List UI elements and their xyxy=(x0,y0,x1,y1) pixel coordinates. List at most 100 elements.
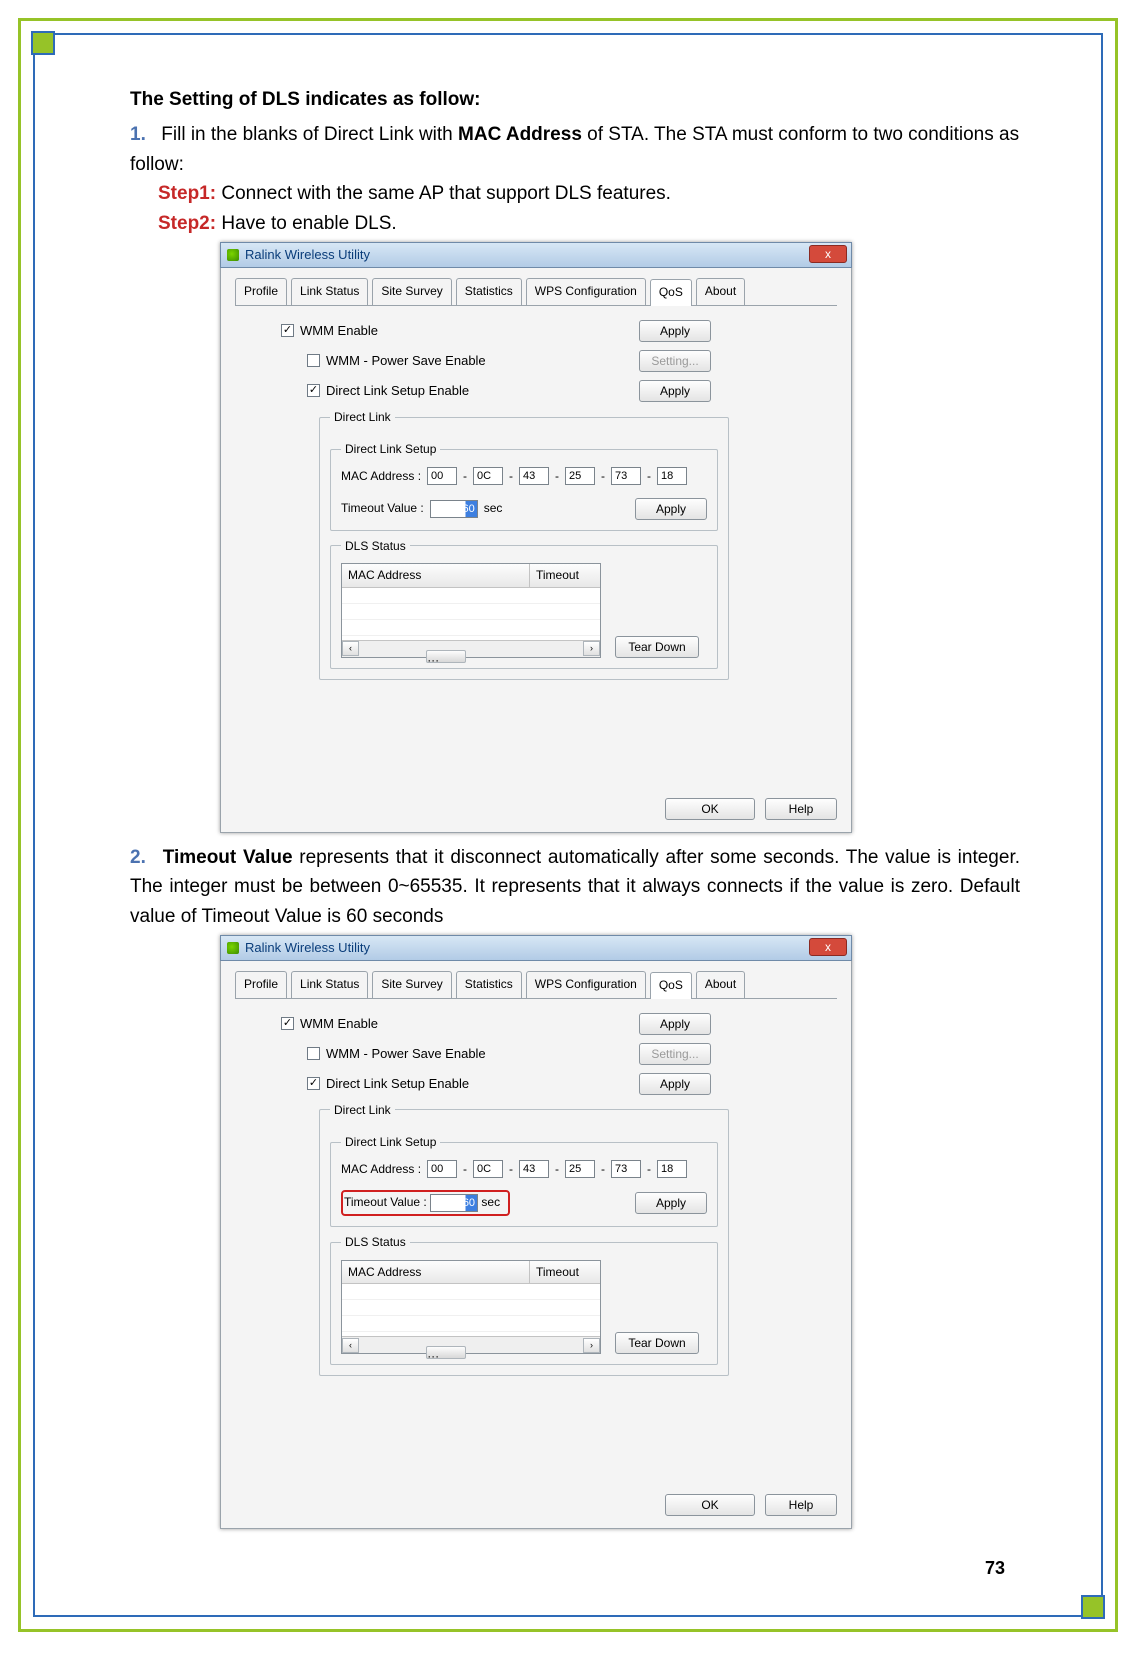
window-titlebar[interactable]: Ralink Wireless Utility x xyxy=(220,935,852,961)
list-item-2: 2. Timeout Value represents that it disc… xyxy=(130,843,1020,931)
item2-bold: Timeout Value xyxy=(163,847,293,868)
direct-link-legend: Direct Link xyxy=(330,1101,395,1120)
mac-field-4[interactable] xyxy=(611,467,641,485)
tear-down-button[interactable]: Tear Down xyxy=(615,636,699,658)
item1-number: 1. xyxy=(130,120,156,149)
help-button[interactable]: Help xyxy=(765,798,837,820)
timeout-label: Timeout Value : xyxy=(344,1193,427,1212)
mac-field-2[interactable] xyxy=(519,1160,549,1178)
col-timeout-header[interactable]: Timeout xyxy=(530,1261,600,1284)
table-row[interactable] xyxy=(342,1300,600,1316)
col-mac-header[interactable]: MAC Address xyxy=(342,564,530,587)
mac-field-4[interactable] xyxy=(611,1160,641,1178)
table-row[interactable] xyxy=(342,604,600,620)
table-row[interactable] xyxy=(342,1316,600,1332)
tab-qos[interactable]: QoS xyxy=(650,972,692,999)
timeout-highlight: Timeout Value : sec xyxy=(341,1190,510,1216)
scroll-left-button[interactable]: ‹ xyxy=(342,641,359,656)
timeout-apply-button[interactable]: Apply xyxy=(635,1192,707,1214)
ok-button[interactable]: OK xyxy=(665,1494,755,1516)
mac-field-5[interactable] xyxy=(657,467,687,485)
col-mac-header[interactable]: MAC Address xyxy=(342,1261,530,1284)
step2-line: Step2: Have to enable DLS. xyxy=(130,209,1020,238)
dls-enable-checkbox[interactable]: ✓ xyxy=(307,1077,320,1090)
wmm-apply-button[interactable]: Apply xyxy=(639,1013,711,1035)
wmm-enable-checkbox[interactable]: ✓ xyxy=(281,1017,294,1030)
tabs-row: Profile Link Status Site Survey Statisti… xyxy=(235,278,837,306)
page-number: 73 xyxy=(985,1558,1005,1579)
step1-line: Step1: Connect with the same AP that sup… xyxy=(130,179,1020,208)
wmm-setting-button[interactable]: Setting... xyxy=(639,1043,711,1065)
sec-label: sec xyxy=(481,1193,500,1212)
mac-field-0[interactable] xyxy=(427,467,457,485)
tab-qos[interactable]: QoS xyxy=(650,279,692,306)
table-row[interactable] xyxy=(342,620,600,636)
mac-field-2[interactable] xyxy=(519,467,549,485)
wmm-ps-checkbox[interactable] xyxy=(307,354,320,367)
tab-profile[interactable]: Profile xyxy=(235,278,287,305)
scroll-right-button[interactable]: › xyxy=(583,641,600,656)
dls-apply-button[interactable]: Apply xyxy=(639,1073,711,1095)
direct-link-legend: Direct Link xyxy=(330,408,395,427)
scroll-left-button[interactable]: ‹ xyxy=(342,1338,359,1353)
dls-apply-button[interactable]: Apply xyxy=(639,380,711,402)
mac-address-label: MAC Address : xyxy=(341,1160,421,1179)
help-button[interactable]: Help xyxy=(765,1494,837,1516)
mac-field-5[interactable] xyxy=(657,1160,687,1178)
tab-wps-config[interactable]: WPS Configuration xyxy=(526,278,646,305)
tab-about[interactable]: About xyxy=(696,278,745,305)
screenshot-2: Ralink Wireless Utility x Profile Link S… xyxy=(220,935,852,1529)
wmm-apply-button[interactable]: Apply xyxy=(639,320,711,342)
table-row[interactable] xyxy=(342,588,600,604)
tab-wps-config[interactable]: WPS Configuration xyxy=(526,971,646,998)
mac-field-1[interactable] xyxy=(473,467,503,485)
wmm-setting-button[interactable]: Setting... xyxy=(639,350,711,372)
mac-sep: - xyxy=(601,1160,605,1179)
wmm-ps-label: WMM - Power Save Enable xyxy=(326,351,486,371)
dls-status-legend: DLS Status xyxy=(341,1233,410,1252)
tab-site-survey[interactable]: Site Survey xyxy=(372,971,451,998)
list-item-1: 1. Fill in the blanks of Direct Link wit… xyxy=(130,120,1020,179)
window-titlebar[interactable]: Ralink Wireless Utility x xyxy=(220,242,852,268)
timeout-apply-button[interactable]: Apply xyxy=(635,498,707,520)
sec-label: sec xyxy=(484,499,503,518)
tab-statistics[interactable]: Statistics xyxy=(456,971,522,998)
ok-button[interactable]: OK xyxy=(665,798,755,820)
dls-enable-checkbox[interactable]: ✓ xyxy=(307,384,320,397)
wmm-enable-checkbox[interactable]: ✓ xyxy=(281,324,294,337)
tab-link-status[interactable]: Link Status xyxy=(291,971,368,998)
mac-sep: - xyxy=(463,467,467,486)
tab-site-survey[interactable]: Site Survey xyxy=(372,278,451,305)
dls-status-legend: DLS Status xyxy=(341,537,410,556)
timeout-input[interactable] xyxy=(430,1194,478,1212)
timeout-input[interactable] xyxy=(430,500,478,518)
tab-about[interactable]: About xyxy=(696,971,745,998)
dls-status-table[interactable]: MAC Address Timeout ‹ xyxy=(341,563,601,658)
tab-statistics[interactable]: Statistics xyxy=(456,278,522,305)
tear-down-button[interactable]: Tear Down xyxy=(615,1332,699,1354)
mac-field-3[interactable] xyxy=(565,467,595,485)
tab-profile[interactable]: Profile xyxy=(235,971,287,998)
mac-field-3[interactable] xyxy=(565,1160,595,1178)
dls-status-table[interactable]: MAC Address Timeout ‹ xyxy=(341,1260,601,1355)
scroll-thumb[interactable]: ··· xyxy=(426,650,466,663)
wmm-ps-checkbox[interactable] xyxy=(307,1047,320,1060)
window-title: Ralink Wireless Utility xyxy=(245,245,370,265)
mac-sep: - xyxy=(509,1160,513,1179)
mac-sep: - xyxy=(647,467,651,486)
item1-text-a: Fill in the blanks of Direct Link with xyxy=(161,124,458,145)
mac-sep: - xyxy=(509,467,513,486)
window-title: Ralink Wireless Utility xyxy=(245,938,370,958)
close-button[interactable]: x xyxy=(809,245,847,263)
close-button[interactable]: x xyxy=(809,938,847,956)
step1-label: Step1: xyxy=(158,183,216,204)
scroll-thumb[interactable]: ··· xyxy=(426,1346,466,1359)
mac-field-1[interactable] xyxy=(473,1160,503,1178)
scroll-right-button[interactable]: › xyxy=(583,1338,600,1353)
tab-link-status[interactable]: Link Status xyxy=(291,278,368,305)
app-icon xyxy=(227,942,239,954)
mac-field-0[interactable] xyxy=(427,1160,457,1178)
col-timeout-header[interactable]: Timeout xyxy=(530,564,600,587)
screenshot-1: Ralink Wireless Utility x Profile Link S… xyxy=(220,242,852,833)
table-row[interactable] xyxy=(342,1284,600,1300)
